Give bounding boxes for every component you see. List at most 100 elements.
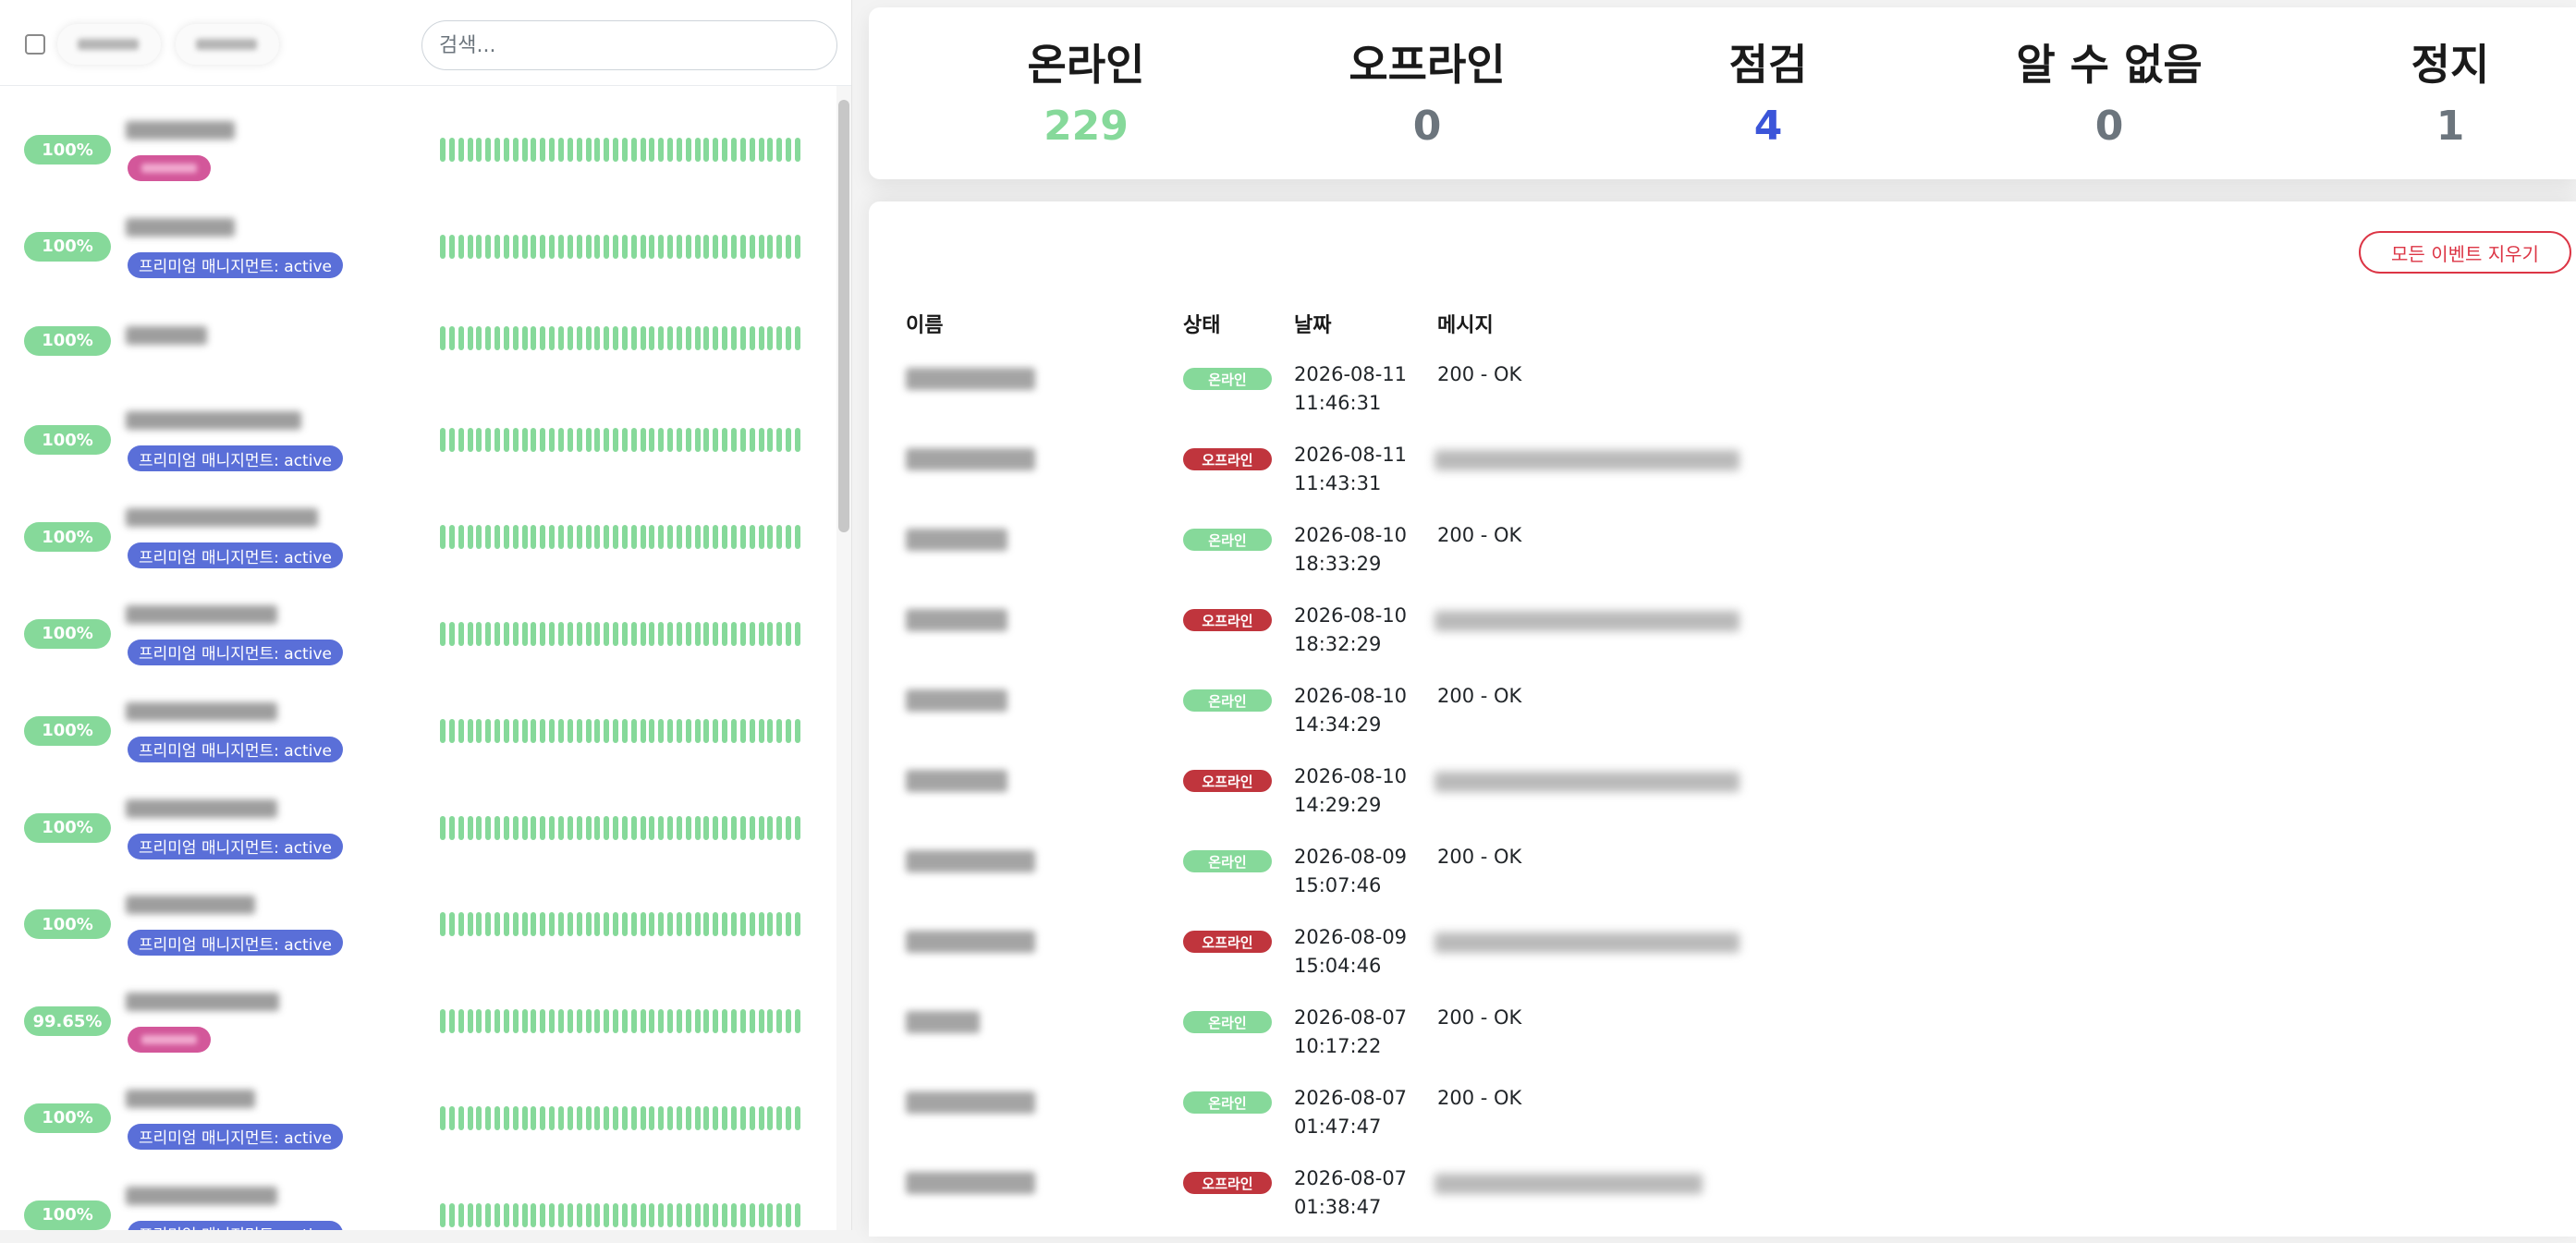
- heartbeat-beat[interactable]: [722, 718, 728, 743]
- heartbeat-beat[interactable]: [667, 325, 674, 350]
- heartbeat-beat[interactable]: [476, 912, 482, 937]
- heartbeat-beat[interactable]: [549, 718, 555, 743]
- heartbeat-beat[interactable]: [567, 428, 573, 453]
- heartbeat-beat[interactable]: [540, 1202, 546, 1227]
- heartbeat-beat[interactable]: [749, 1009, 755, 1034]
- heartbeat-beat[interactable]: [594, 1009, 601, 1034]
- heartbeat-beat[interactable]: [794, 325, 800, 350]
- heartbeat-beat[interactable]: [739, 325, 746, 350]
- heartbeat-beat[interactable]: [794, 428, 800, 453]
- heartbeat-beat[interactable]: [458, 1105, 464, 1130]
- heartbeat-beat[interactable]: [467, 912, 473, 937]
- heartbeat-beat[interactable]: [476, 815, 482, 840]
- scrollbar-thumb[interactable]: [838, 100, 849, 532]
- heartbeat-beat[interactable]: [776, 325, 783, 350]
- heartbeat-beat[interactable]: [549, 815, 555, 840]
- heartbeat-beat[interactable]: [731, 525, 737, 550]
- heartbeat-beat[interactable]: [503, 1202, 509, 1227]
- heartbeat-beat[interactable]: [557, 138, 564, 162]
- monitor-list-item[interactable]: 100% 프리미엄 매니지먼트: active: [0, 1054, 836, 1152]
- heartbeat-beat[interactable]: [521, 1009, 528, 1034]
- heartbeat-beat[interactable]: [448, 1105, 455, 1130]
- heartbeat-beat[interactable]: [531, 325, 537, 350]
- heartbeat-beat[interactable]: [458, 1009, 464, 1034]
- heartbeat-beat[interactable]: [676, 621, 682, 646]
- heartbeat-beat[interactable]: [540, 621, 546, 646]
- heartbeat-beat[interactable]: [476, 718, 482, 743]
- heartbeat-beat[interactable]: [576, 1202, 582, 1227]
- heartbeat-beat[interactable]: [503, 621, 509, 646]
- heartbeat-beat[interactable]: [503, 1105, 509, 1130]
- heartbeat-beat[interactable]: [621, 428, 628, 453]
- heartbeat-beat[interactable]: [576, 138, 582, 162]
- heartbeat-beat[interactable]: [676, 428, 682, 453]
- heartbeat-beat[interactable]: [594, 912, 601, 937]
- heartbeat-beat[interactable]: [658, 138, 665, 162]
- heartbeat-beat[interactable]: [630, 1105, 637, 1130]
- heartbeat-beat[interactable]: [512, 718, 519, 743]
- event-monitor-name[interactable]: [906, 609, 1007, 631]
- heartbeat-beat[interactable]: [703, 1009, 710, 1034]
- tags-filter-dropdown[interactable]: [176, 24, 279, 65]
- heartbeat-beat[interactable]: [557, 621, 564, 646]
- heartbeat-beat[interactable]: [749, 428, 755, 453]
- heartbeat-beat[interactable]: [485, 1202, 492, 1227]
- event-monitor-name[interactable]: [906, 931, 1035, 953]
- heartbeat-beat[interactable]: [630, 815, 637, 840]
- heartbeat-beat[interactable]: [694, 718, 701, 743]
- heartbeat-beat[interactable]: [604, 718, 610, 743]
- heartbeat-beat[interactable]: [767, 1009, 774, 1034]
- heartbeat-beat[interactable]: [485, 138, 492, 162]
- heartbeat-beat[interactable]: [667, 815, 674, 840]
- heartbeat-beat[interactable]: [776, 718, 783, 743]
- heartbeat-beat[interactable]: [694, 1202, 701, 1227]
- heartbeat-beat[interactable]: [576, 428, 582, 453]
- heartbeat-beat[interactable]: [604, 1202, 610, 1227]
- heartbeat-beat[interactable]: [440, 428, 446, 453]
- heartbeat-beat[interactable]: [649, 525, 655, 550]
- heartbeat-beat[interactable]: [540, 138, 546, 162]
- heartbeat-beat[interactable]: [467, 525, 473, 550]
- heartbeat-beat[interactable]: [739, 1009, 746, 1034]
- heartbeat-beat[interactable]: [549, 1009, 555, 1034]
- heartbeat-beat[interactable]: [658, 815, 665, 840]
- heartbeat-beat[interactable]: [467, 718, 473, 743]
- heartbeat-beat[interactable]: [722, 234, 728, 259]
- heartbeat-beat[interactable]: [694, 138, 701, 162]
- heartbeat-beat[interactable]: [794, 525, 800, 550]
- heartbeat-beat[interactable]: [448, 718, 455, 743]
- heartbeat-beat[interactable]: [476, 138, 482, 162]
- event-monitor-name[interactable]: [906, 368, 1035, 390]
- heartbeat-beat[interactable]: [676, 1202, 682, 1227]
- heartbeat-beat[interactable]: [676, 138, 682, 162]
- heartbeat-beat[interactable]: [458, 1202, 464, 1227]
- event-monitor-name[interactable]: [906, 1011, 980, 1033]
- heartbeat-beat[interactable]: [713, 1105, 719, 1130]
- heartbeat-beat[interactable]: [604, 234, 610, 259]
- heartbeat-beat[interactable]: [658, 525, 665, 550]
- monitor-list-item[interactable]: 100%: [0, 86, 836, 183]
- heartbeat-beat[interactable]: [485, 428, 492, 453]
- heartbeat-beat[interactable]: [722, 912, 728, 937]
- heartbeat-beat[interactable]: [731, 234, 737, 259]
- heartbeat-beat[interactable]: [567, 1202, 573, 1227]
- heartbeat-beat[interactable]: [776, 815, 783, 840]
- heartbeat-beat[interactable]: [494, 815, 501, 840]
- heartbeat-beat[interactable]: [658, 1105, 665, 1130]
- heartbeat-beat[interactable]: [440, 1105, 446, 1130]
- heartbeat-beat[interactable]: [749, 912, 755, 937]
- heartbeat-beat[interactable]: [722, 1105, 728, 1130]
- heartbeat-beat[interactable]: [794, 234, 800, 259]
- heartbeat-beat[interactable]: [494, 1009, 501, 1034]
- heartbeat-beat[interactable]: [494, 1202, 501, 1227]
- heartbeat-beat[interactable]: [694, 1105, 701, 1130]
- monitor-list-item[interactable]: 100% 프리미엄 매니지먼트: active: [0, 667, 836, 764]
- heartbeat-beat[interactable]: [467, 1105, 473, 1130]
- heartbeat-beat[interactable]: [694, 325, 701, 350]
- heartbeat-beat[interactable]: [503, 325, 509, 350]
- heartbeat-beat[interactable]: [440, 1009, 446, 1034]
- heartbeat-beat[interactable]: [776, 1202, 783, 1227]
- heartbeat-beat[interactable]: [440, 138, 446, 162]
- heartbeat-beat[interactable]: [731, 912, 737, 937]
- heartbeat-beat[interactable]: [694, 1009, 701, 1034]
